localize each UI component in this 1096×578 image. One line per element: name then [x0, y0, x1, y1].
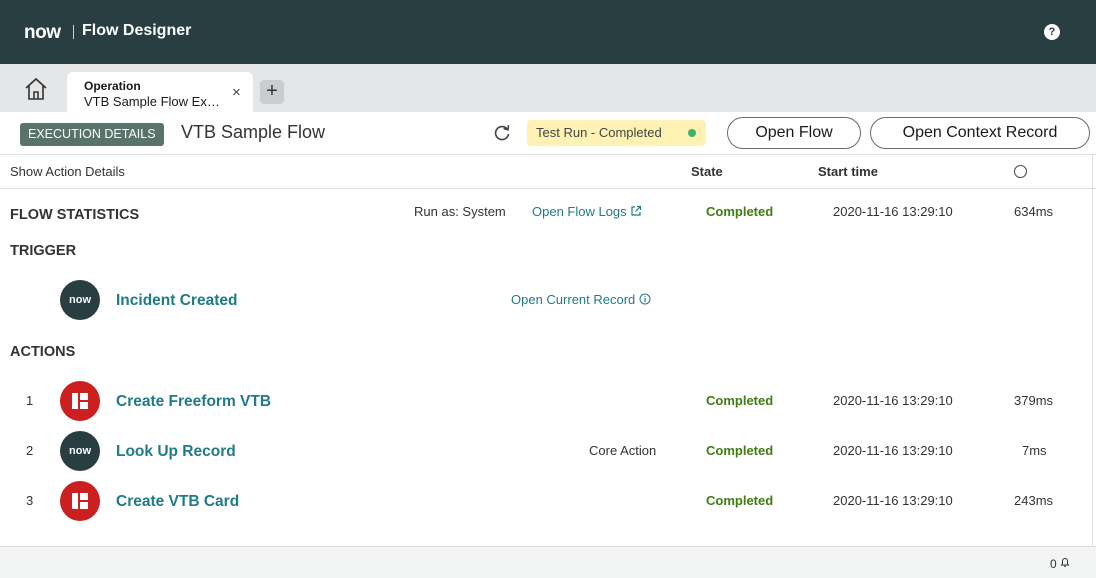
add-tab-button[interactable]: +	[260, 80, 284, 104]
notification-count: 0	[1050, 557, 1057, 571]
tab-type-label: Operation	[84, 79, 141, 93]
help-icon[interactable]: ?	[1044, 24, 1060, 40]
clock-icon	[1014, 165, 1027, 178]
state-column-header: State	[691, 164, 723, 179]
open-context-record-button[interactable]: Open Context Record	[870, 117, 1090, 149]
flow-duration: 634ms	[1014, 204, 1054, 219]
external-link-icon	[631, 205, 642, 216]
servicenow-action-icon: now	[60, 431, 100, 471]
column-headers: Show Action Details State Start time	[0, 155, 1096, 189]
servicenow-trigger-icon: now	[60, 280, 100, 320]
info-icon	[639, 293, 651, 305]
action-number: 3	[26, 493, 34, 508]
action-state: Completed	[706, 493, 774, 508]
action-state: Completed	[706, 393, 774, 408]
action-number: 1	[26, 393, 34, 408]
header-divider	[73, 25, 74, 39]
action-start-time: 2020-11-16 13:29:10	[833, 493, 953, 508]
execution-header: EXECUTION DETAILS VTB Sample Flow Test R…	[0, 112, 1096, 155]
servicenow-logo[interactable]: now	[24, 22, 61, 44]
actions-heading: ACTIONS	[10, 344, 76, 360]
app-title: Flow Designer	[82, 22, 192, 39]
action-start-time: 2020-11-16 13:29:10	[833, 443, 953, 458]
action-number: 2	[26, 443, 34, 458]
vtb-app-icon	[60, 381, 100, 421]
action-duration: 7ms	[1022, 443, 1047, 458]
action-name-link[interactable]: Create VTB Card	[116, 493, 239, 511]
action-duration: 243ms	[1014, 493, 1054, 508]
tab-bar: Operation VTB Sample Flow Ex… × +	[0, 64, 1096, 112]
open-flow-logs-link[interactable]: Open Flow Logs	[532, 204, 642, 219]
action-start-time: 2020-11-16 13:29:10	[833, 393, 953, 408]
status-dot-icon	[688, 129, 696, 137]
start-time-column-header: Start time	[818, 164, 878, 179]
vtb-app-icon	[60, 481, 100, 521]
action-state: Completed	[706, 443, 774, 458]
flow-start-time: 2020-11-16 13:29:10	[833, 204, 953, 219]
open-flow-button[interactable]: Open Flow	[727, 117, 861, 149]
refresh-icon[interactable]	[492, 123, 512, 143]
trigger-name-link[interactable]: Incident Created	[116, 292, 237, 310]
execution-details-badge: EXECUTION DETAILS	[20, 123, 164, 146]
open-current-record-link[interactable]: Open Current Record	[511, 292, 651, 307]
top-navigation-bar: now Flow Designer ?	[0, 0, 1096, 64]
close-icon[interactable]: ×	[232, 84, 241, 101]
flow-state: Completed	[706, 204, 774, 219]
scrollbar-track	[1092, 155, 1093, 546]
show-action-details-toggle[interactable]: Show Action Details	[10, 164, 125, 179]
flow-name: VTB Sample Flow	[181, 122, 326, 142]
tab-title: VTB Sample Flow Ex…	[84, 94, 220, 109]
flow-statistics-heading: FLOW STATISTICS	[10, 207, 140, 223]
trigger-heading: TRIGGER	[10, 243, 77, 259]
home-icon[interactable]	[22, 76, 50, 102]
bell-icon[interactable]	[1059, 556, 1071, 571]
test-run-status-badge: Test Run - Completed	[527, 120, 706, 146]
action-name-link[interactable]: Create Freeform VTB	[116, 393, 271, 411]
status-footer: 0	[0, 546, 1096, 578]
core-action-label: Core Action	[589, 443, 657, 458]
action-name-link[interactable]: Look Up Record	[116, 443, 236, 461]
tab-operation[interactable]: Operation VTB Sample Flow Ex… ×	[67, 72, 253, 112]
run-as-label: Run as: System	[414, 204, 506, 219]
action-duration: 379ms	[1014, 393, 1054, 408]
